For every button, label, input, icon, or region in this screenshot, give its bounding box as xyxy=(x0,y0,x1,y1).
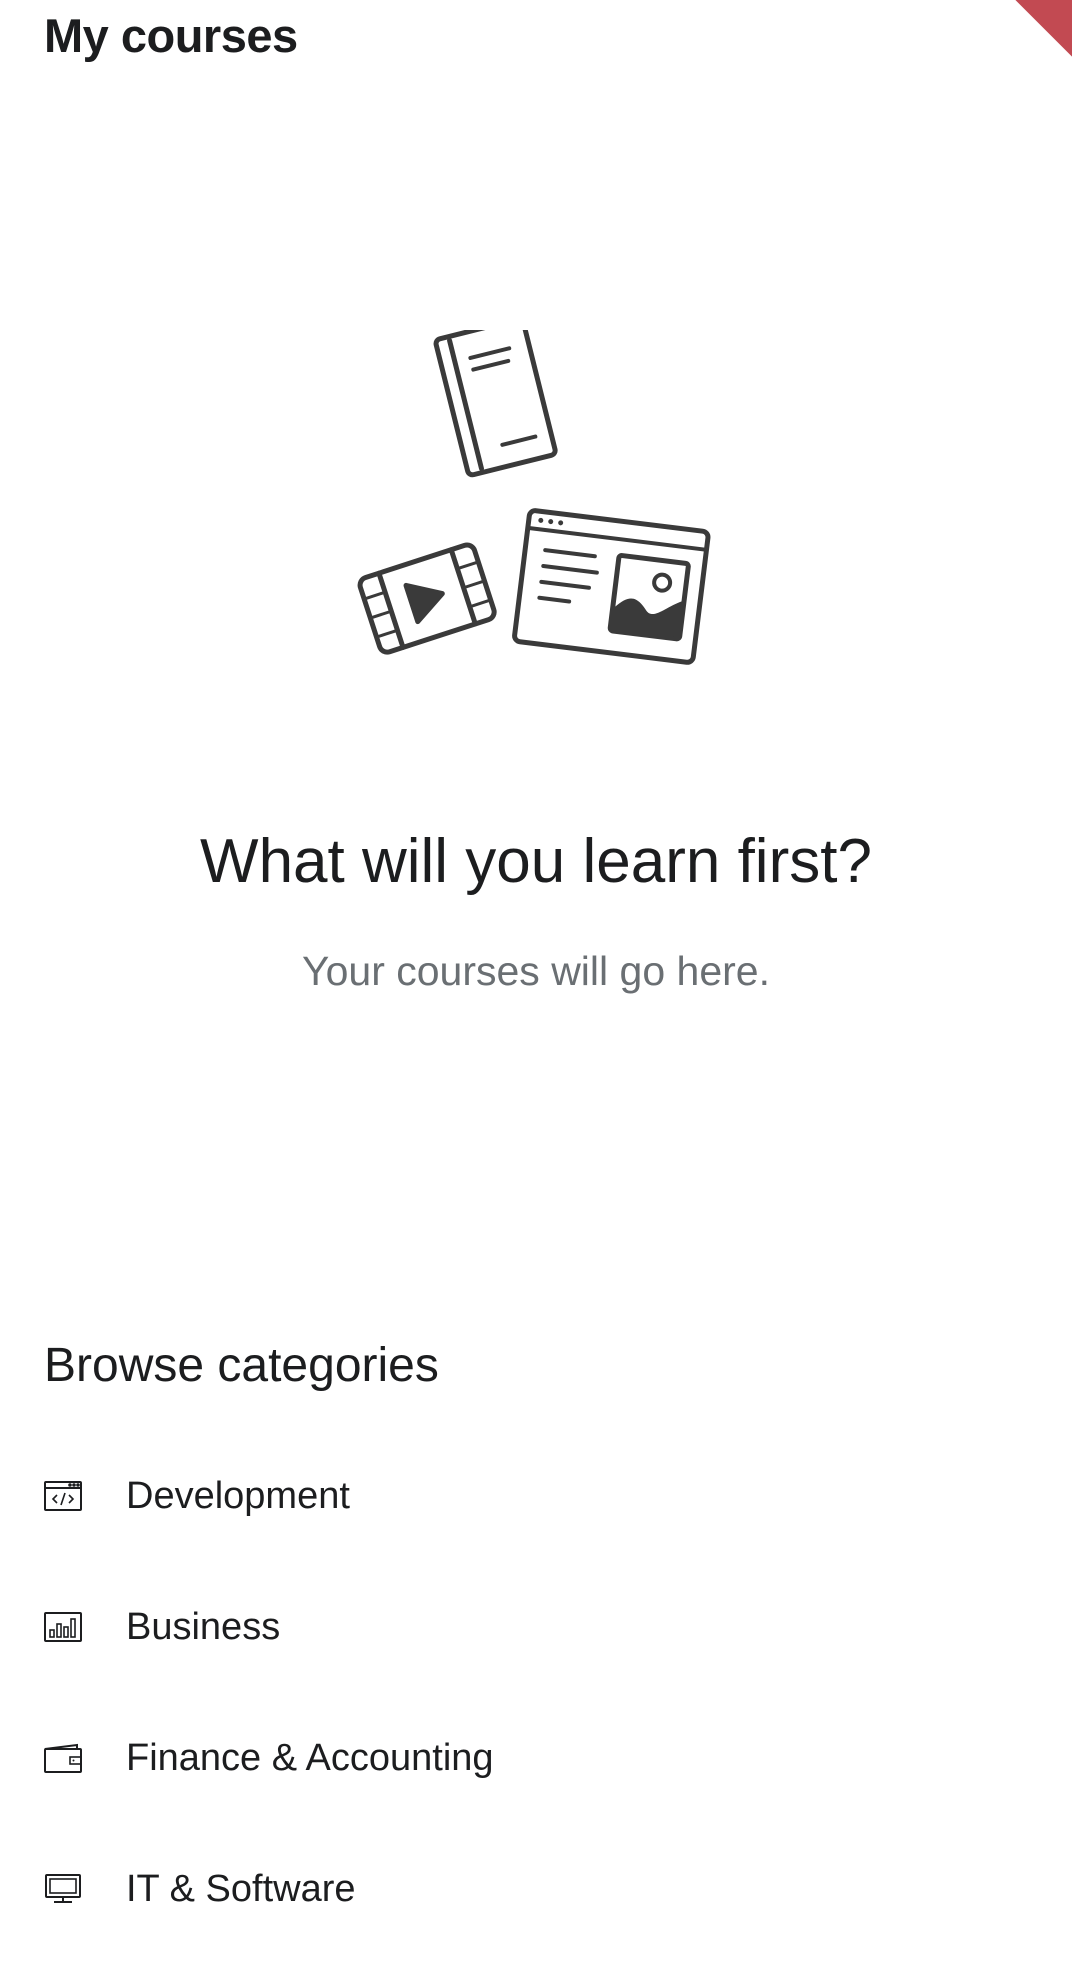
video-play-icon xyxy=(357,542,497,655)
empty-state-illustration xyxy=(350,316,730,690)
empty-state-heading: What will you learn first? xyxy=(200,827,872,896)
category-item-it-software[interactable]: IT & Software xyxy=(0,1823,1072,1954)
page-title: My courses xyxy=(44,9,298,62)
browser-window-icon xyxy=(512,508,711,665)
empty-state-subtext: Your courses will go here. xyxy=(302,948,770,994)
browse-categories-title: Browse categories xyxy=(44,1339,439,1392)
wallet-icon xyxy=(44,1743,82,1773)
category-list: Development Business Finance & Accountin… xyxy=(0,1430,1072,1954)
monitor-icon xyxy=(44,1873,82,1904)
code-window-icon xyxy=(44,1480,82,1511)
corner-accent xyxy=(1015,0,1072,57)
category-label: Finance & Accounting xyxy=(126,1736,494,1779)
book-icon xyxy=(433,316,558,478)
category-item-finance-accounting[interactable]: Finance & Accounting xyxy=(0,1692,1072,1823)
category-label: Development xyxy=(126,1474,350,1517)
category-item-development[interactable]: Development xyxy=(0,1430,1072,1561)
bar-chart-icon xyxy=(44,1611,82,1642)
category-label: IT & Software xyxy=(126,1867,356,1910)
category-label: Business xyxy=(126,1605,281,1648)
category-item-business[interactable]: Business xyxy=(0,1561,1072,1692)
